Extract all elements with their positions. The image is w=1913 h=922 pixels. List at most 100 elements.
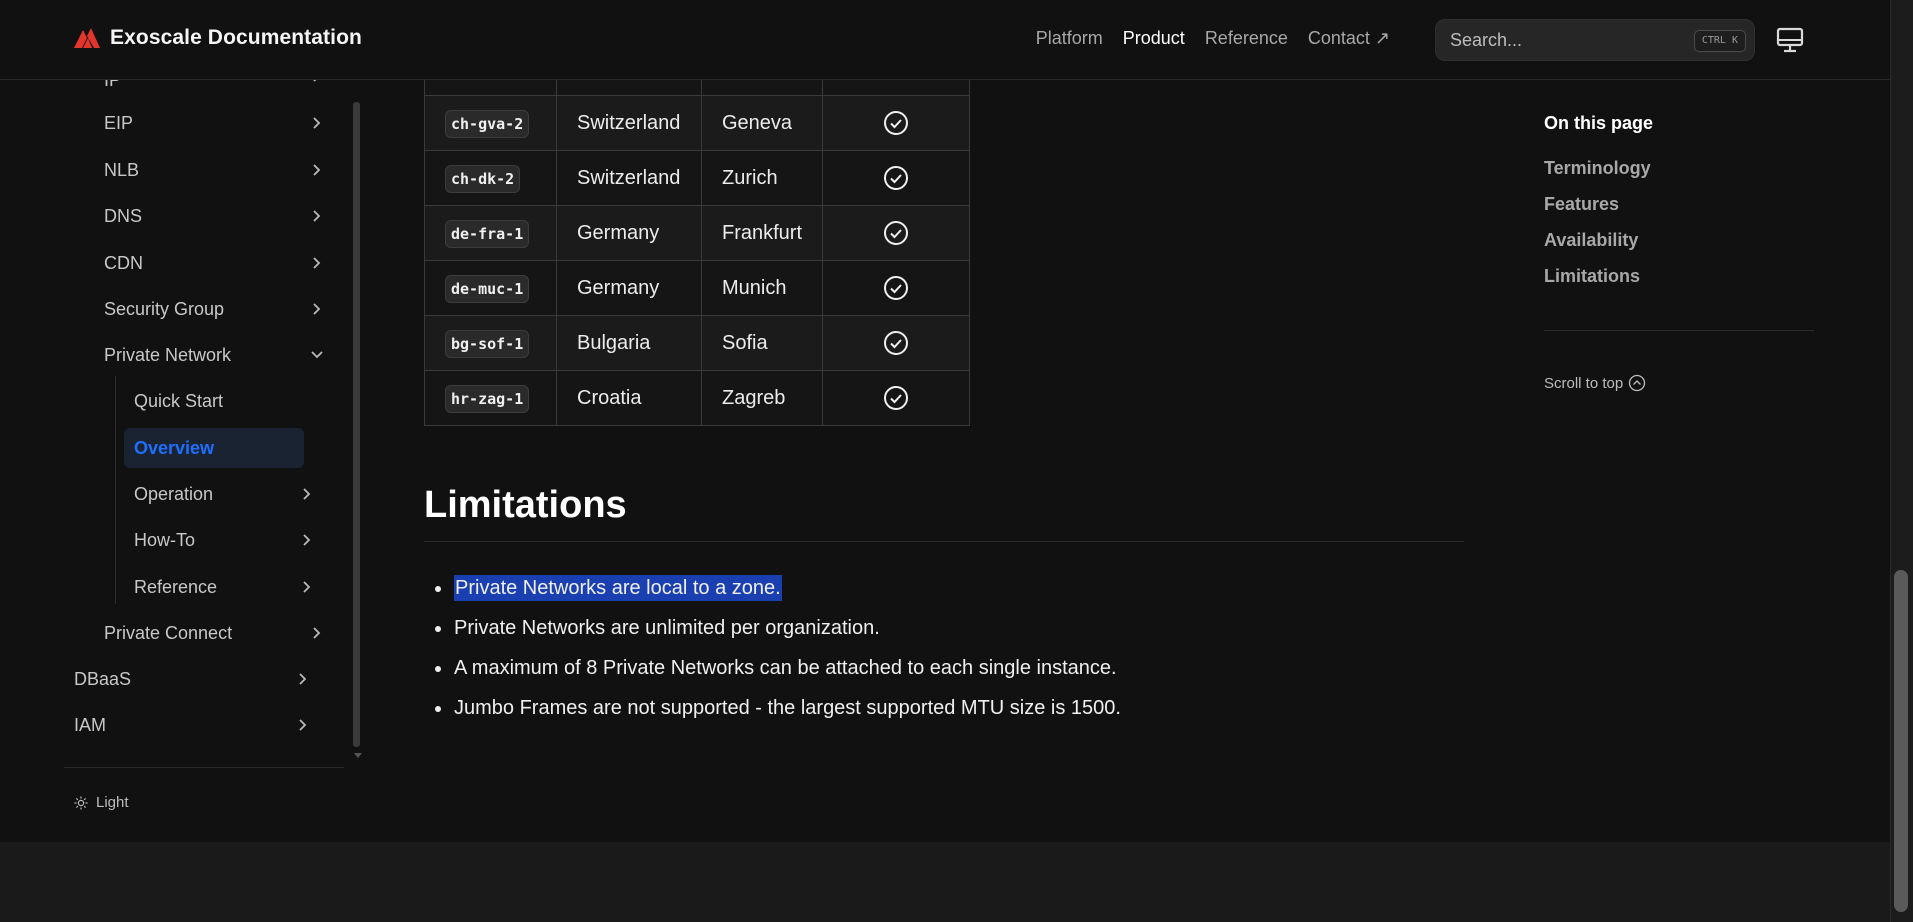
table-row: de-muc-1 Germany Munich: [424, 260, 971, 316]
sidebar-item-eip[interactable]: EIP: [94, 103, 334, 143]
sidebar-item-reference[interactable]: Reference: [124, 567, 354, 607]
exoscale-logo-icon: [74, 28, 100, 48]
chevron-right-icon: [313, 117, 321, 129]
toc-title: On this page: [1544, 113, 1654, 133]
chevron-right-icon: [313, 303, 321, 315]
top-header: Exoscale Documentation Platform Product …: [0, 0, 1890, 80]
page-scrollbar-thumb[interactable]: [1894, 570, 1908, 912]
limitations-heading: Limitations: [424, 484, 627, 526]
check-circle-icon: [884, 111, 909, 135]
list-item: Private Networks are local to a zone.: [435, 572, 1121, 612]
sidebar-item-label: Quick Start: [134, 390, 224, 411]
scroll-to-top-button[interactable]: Scroll to top: [1544, 374, 1646, 392]
sidebar-item-private-connect[interactable]: Private Connect: [94, 613, 334, 653]
search-shortcut: CTRL K: [1693, 30, 1746, 52]
sidebar-item-cdn[interactable]: CDN: [94, 243, 334, 283]
sidebar-item-label: DNS: [104, 205, 143, 226]
nav-contact[interactable]: Contact ↗: [1308, 28, 1390, 49]
brand-title: Exoscale Documentation: [110, 26, 362, 49]
table-row: hr-zag-1 Croatia Zagreb: [424, 370, 971, 426]
sidebar-divider: [64, 767, 344, 768]
sun-icon: [74, 796, 88, 809]
list-item: A maximum of 8 Private Networks can be a…: [435, 652, 1121, 692]
nav-product[interactable]: Product: [1123, 28, 1185, 49]
zone-code: ch-dk-2: [445, 164, 521, 193]
zone-code: hr-zag-1: [445, 384, 530, 413]
chevron-right-icon: [313, 210, 321, 222]
check-circle-icon: [884, 221, 909, 245]
sidebar-item-private-network[interactable]: Private Network: [94, 335, 334, 375]
sidebar: IP EIP NLB DNS CDN Security Group Privat…: [64, 70, 364, 811]
sidebar-item-operation[interactable]: Operation: [124, 474, 354, 514]
search-input[interactable]: [1450, 30, 1670, 51]
country-cell: Switzerland: [556, 95, 702, 151]
city-cell: Munich: [700, 260, 824, 316]
table-row: ch-gva-2 Switzerland Geneva: [424, 95, 971, 151]
chevron-right-icon: [303, 534, 311, 546]
sidebar-item-label: Reference: [134, 576, 218, 597]
sidebar-scroll-down-arrow[interactable]: [354, 753, 362, 758]
table-row: ch-dk-2 Switzerland Zurich: [424, 150, 971, 206]
top-nav: Platform Product Reference Contact ↗: [1036, 28, 1390, 49]
sidebar-item-label: CDN: [104, 252, 143, 273]
zone-code: bg-sof-1: [445, 329, 530, 358]
sidebar-item-label: Operation: [134, 483, 214, 504]
chevron-right-icon: [313, 627, 321, 639]
sidebar-item-iam[interactable]: IAM: [64, 705, 320, 745]
nav-reference[interactable]: Reference: [1205, 28, 1288, 49]
theme-toggle-label: Light: [96, 794, 129, 811]
footer-area: [0, 842, 1890, 922]
brand[interactable]: Exoscale Documentation: [74, 26, 362, 50]
sidebar-item-security-group[interactable]: Security Group: [94, 289, 334, 329]
city-cell: Zagreb: [700, 370, 824, 426]
chevron-down-icon: [311, 351, 323, 359]
sidebar-item-nlb[interactable]: NLB: [94, 150, 334, 190]
check-circle-icon: [884, 386, 909, 410]
chevron-right-icon: [303, 488, 311, 500]
check-circle-icon: [884, 166, 909, 190]
sidebar-item-quick-start[interactable]: Quick Start: [124, 381, 304, 421]
chevron-right-icon: [313, 164, 321, 176]
sidebar-item-label: Security Group: [104, 298, 225, 319]
sidebar-scrollbar[interactable]: [353, 102, 360, 747]
sidebar-item-how-to[interactable]: How-To: [124, 520, 354, 560]
zone-code: ch-gva-2: [445, 109, 530, 138]
zone-code: de-muc-1: [445, 274, 530, 303]
limitations-list: Private Networks are local to a zone. Pr…: [435, 572, 1121, 732]
monitor-icon[interactable]: [1775, 26, 1805, 54]
list-item: Private Networks are unlimited per organ…: [435, 612, 1121, 652]
sidebar-item-label: EIP: [104, 112, 134, 133]
city-cell: Geneva: [700, 95, 824, 151]
toc-link-features[interactable]: Features: [1544, 194, 1619, 215]
sidebar-item-label: How-To: [134, 529, 196, 550]
search-box[interactable]: CTRL K: [1435, 19, 1755, 61]
sidebar-item-overview[interactable]: Overview: [124, 428, 304, 468]
toc-link-limitations[interactable]: Limitations: [1544, 266, 1640, 287]
check-circle-icon: [884, 331, 909, 355]
theme-toggle[interactable]: Light: [74, 794, 129, 811]
submenu-guide-line: [115, 376, 116, 604]
toc-divider: [1544, 330, 1814, 331]
toc-link-availability[interactable]: Availability: [1544, 230, 1638, 251]
toc-link-terminology[interactable]: Terminology: [1544, 158, 1651, 179]
sidebar-item-label: IAM: [74, 714, 107, 735]
city-cell: Zurich: [700, 150, 824, 206]
table-row: bg-sof-1 Bulgaria Sofia: [424, 315, 971, 371]
chevron-right-icon: [299, 673, 307, 685]
scroll-to-top-label: Scroll to top: [1544, 374, 1624, 392]
sidebar-item-dns[interactable]: DNS: [94, 196, 334, 236]
list-item: Jumbo Frames are not supported - the lar…: [435, 692, 1121, 732]
chevron-right-icon: [313, 257, 321, 269]
country-cell: Germany: [556, 260, 702, 316]
sidebar-item-dbaas[interactable]: DBaaS: [64, 659, 320, 699]
check-circle-icon: [884, 276, 909, 300]
country-cell: Germany: [556, 205, 702, 261]
zone-code: de-fra-1: [445, 219, 530, 248]
city-cell: Sofia: [700, 315, 824, 371]
sidebar-item-label: Overview: [134, 437, 215, 458]
sidebar-item-label: NLB: [104, 159, 140, 180]
nav-platform[interactable]: Platform: [1036, 28, 1103, 49]
sidebar-item-label: Private Connect: [104, 622, 233, 643]
country-cell: Switzerland: [556, 150, 702, 206]
selected-text: Private Networks are local to a zone.: [454, 575, 782, 601]
